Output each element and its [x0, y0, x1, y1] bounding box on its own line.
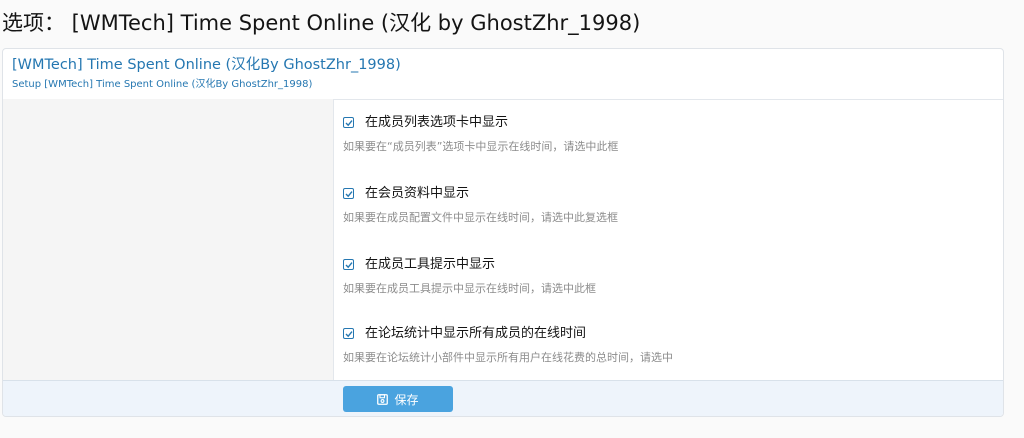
save-button-label: 保存: [394, 392, 419, 407]
check-icon: [345, 331, 353, 338]
option-show-in-tooltip[interactable]: 在成员工具提示中显示 如果要在成员工具提示中显示在线时间，请选中此框: [343, 256, 983, 309]
option-hint: 如果要在成员工具提示中显示在线时间，请选中此框: [343, 282, 596, 295]
options-list: 在成员列表选项卡中显示 如果要在“成员列表”选项卡中显示在线时间，请选中此框 在…: [343, 99, 993, 380]
option-hint: 如果要在论坛统计小部件中显示所有用户在线花费的总时间，请选中: [343, 351, 673, 364]
option-hint: 如果要在“成员列表”选项卡中显示在线时间，请选中此框: [343, 140, 619, 153]
check-icon: [345, 120, 353, 127]
checkbox-member-list[interactable]: [343, 117, 354, 128]
option-show-in-profile[interactable]: 在会员资料中显示 如果要在成员配置文件中显示在线时间，请选中此复选框: [343, 185, 983, 238]
option-label[interactable]: 在成员工具提示中显示: [365, 256, 495, 273]
option-forum-stats[interactable]: 在论坛统计中显示所有成员的在线时间 如果要在论坛统计小部件中显示所有用户在线花费…: [343, 325, 983, 378]
block-description: Setup [WMTech] Time Spent Online (汉化By G…: [12, 79, 313, 90]
checkbox-forum-stats[interactable]: [343, 328, 354, 339]
option-show-in-member-list[interactable]: 在成员列表选项卡中显示 如果要在“成员列表”选项卡中显示在线时间，请选中此框: [343, 114, 983, 167]
option-label[interactable]: 在论坛统计中显示所有成员的在线时间: [365, 325, 586, 342]
page-title: 选项： [WMTech] Time Spent Online (汉化 by Gh…: [2, 11, 641, 35]
options-block: [WMTech] Time Spent Online (汉化By GhostZh…: [2, 48, 1004, 417]
save-icon: [377, 393, 389, 405]
save-button[interactable]: 保存: [343, 386, 453, 412]
option-label[interactable]: 在会员资料中显示: [365, 185, 469, 202]
check-icon: [345, 191, 353, 198]
check-icon: [345, 262, 353, 269]
left-column: [3, 99, 334, 380]
checkbox-profile[interactable]: [343, 188, 354, 199]
option-label[interactable]: 在成员列表选项卡中显示: [365, 114, 508, 131]
checkbox-tooltip[interactable]: [343, 259, 354, 270]
form-footer: 保存: [3, 380, 1003, 416]
block-header: [WMTech] Time Spent Online (汉化By GhostZh…: [3, 49, 1003, 100]
block-title: [WMTech] Time Spent Online (汉化By GhostZh…: [12, 57, 401, 73]
option-hint: 如果要在成员配置文件中显示在线时间，请选中此复选框: [343, 211, 618, 224]
